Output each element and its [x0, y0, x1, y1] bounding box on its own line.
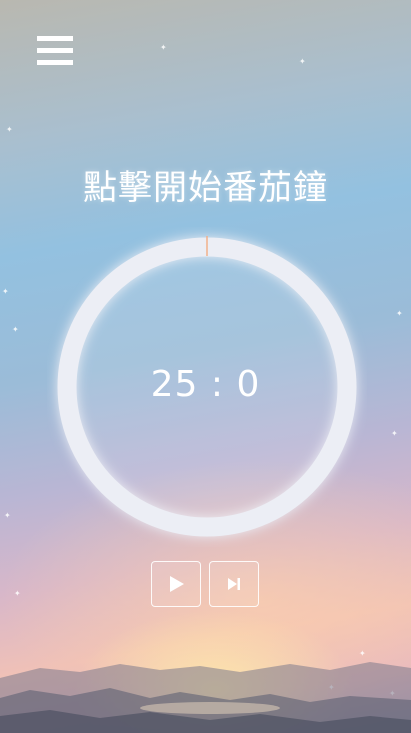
play-button[interactable] [151, 561, 201, 607]
menu-bar [37, 48, 73, 53]
hamburger-menu-icon[interactable] [37, 36, 73, 68]
menu-bar [37, 60, 73, 65]
menu-bar [37, 36, 73, 41]
sparkle-decoration: ✦ [299, 57, 306, 66]
sparkle-decoration: ✦ [6, 125, 13, 134]
sparkle-decoration: ✦ [160, 43, 167, 52]
sparkle-decoration: ✦ [12, 325, 19, 334]
play-icon [170, 576, 184, 592]
sparkle-decoration: ✦ [2, 287, 9, 296]
timer-display: 25 : 0 [150, 364, 261, 405]
landscape-silhouette [0, 662, 411, 733]
sparkle-decoration: ✦ [391, 429, 398, 438]
sparkle-decoration: ✦ [4, 511, 11, 520]
skip-button[interactable] [209, 561, 259, 607]
sparkle-decoration: ✦ [396, 309, 403, 318]
sparkle-decoration: ✦ [14, 589, 21, 598]
page-title[interactable]: 點擊開始番茄鐘 [0, 160, 411, 209]
timer-controls [151, 561, 259, 607]
skip-next-icon [228, 578, 240, 590]
pomodoro-screen: ✦ ✦ ✦ ✦ ✦ ✦ ✦ ✦ ✦ ✦ ✦ ✦ 點擊開始番茄鐘 [0, 0, 411, 733]
